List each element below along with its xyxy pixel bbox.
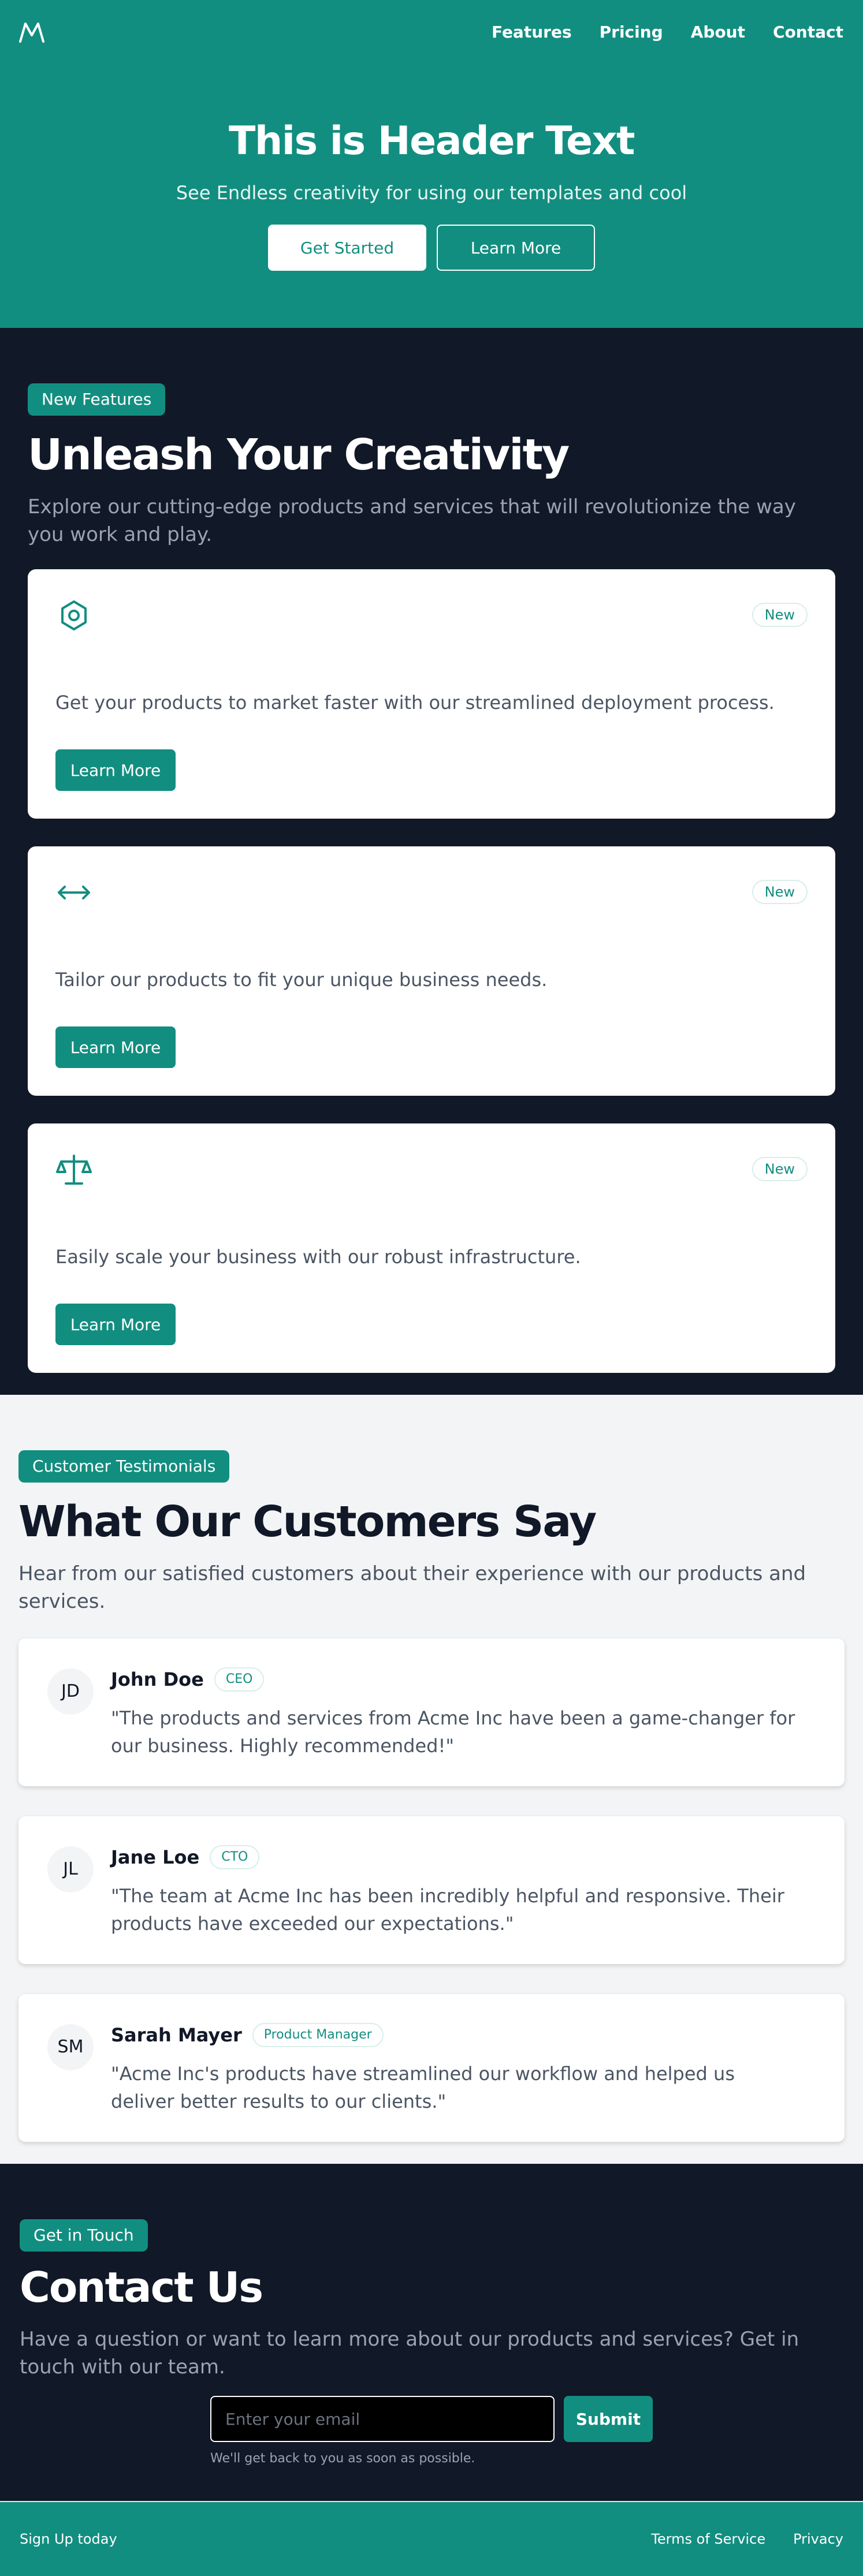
testimonials-badge: Customer Testimonials <box>18 1450 230 1483</box>
feature-card: New Get your products to market faster w… <box>28 569 835 819</box>
feature-card: New Tailor our products to fit your uniq… <box>28 846 835 1096</box>
feature-learn-more-button[interactable]: Learn More <box>55 749 176 791</box>
hero-title: This is Header Text <box>229 118 635 164</box>
feature-card: New Easily scale your business with our … <box>28 1123 835 1373</box>
contact-form: Submit <box>210 2396 843 2442</box>
scale-icon <box>56 1155 92 1185</box>
features-section: New Features Unleash Your Creativity Exp… <box>0 328 863 1395</box>
mountain-logo-icon <box>19 23 44 43</box>
nav-link-pricing[interactable]: Pricing <box>600 23 663 42</box>
contact-description: Have a question or want to learn more ab… <box>20 2328 799 2379</box>
hero-buttons: Get Started Learn More <box>0 225 863 271</box>
testimonial-header: John Doe CEO <box>111 1667 265 1692</box>
feature-text: Tailor our products to fit your unique b… <box>55 969 548 991</box>
features-badge: New Features <box>28 383 166 416</box>
arrows-horizontal-icon <box>58 886 90 899</box>
testimonial-card: JD John Doe CEO "The products and servic… <box>18 1638 845 1786</box>
role-badge: Product Manager <box>252 2023 384 2047</box>
role-badge: CTO <box>210 1845 260 1869</box>
nav-links: Features Pricing About Contact <box>464 23 843 42</box>
hero-section: Features Pricing About Contact This is H… <box>0 0 863 328</box>
testimonial-name: Jane Loe <box>111 1846 200 1868</box>
submit-button[interactable]: Submit <box>564 2396 653 2442</box>
avatar: JL <box>47 1846 94 1892</box>
testimonials-section: Customer Testimonials What Our Customers… <box>0 1395 863 2164</box>
footer-link-terms[interactable]: Terms of Service <box>651 2531 765 2547</box>
testimonial-header: Jane Loe CTO <box>111 1845 260 1869</box>
contact-section: Get in Touch Contact Us Have a question … <box>0 2164 863 2501</box>
new-badge: New <box>752 1157 808 1181</box>
testimonial-name: Sarah Mayer <box>111 2024 242 2046</box>
testimonials-title: What Our Customers Say <box>18 1497 597 1547</box>
feature-text: Get your products to market faster with … <box>55 692 775 714</box>
features-title: Unleash Your Creativity <box>28 430 570 480</box>
testimonial-card: SM Sarah Mayer Product Manager "Acme Inc… <box>18 1994 845 2142</box>
nav-link-features[interactable]: Features <box>492 23 572 42</box>
contact-badge: Get in Touch <box>20 2219 148 2252</box>
testimonial-quote: "Acme Inc's products have streamlined ou… <box>111 2063 735 2112</box>
logo-link[interactable] <box>18 20 45 43</box>
contact-title: Contact Us <box>20 2263 263 2312</box>
avatar: JD <box>47 1668 94 1715</box>
hexagon-icon <box>61 600 87 630</box>
footer-links: Terms of Service Privacy <box>651 2531 843 2547</box>
hero-learn-more-button[interactable]: Learn More <box>437 225 595 271</box>
feature-learn-more-button[interactable]: Learn More <box>55 1026 176 1068</box>
features-description: Explore our cutting-edge products and se… <box>28 495 796 546</box>
email-input[interactable] <box>210 2396 555 2442</box>
testimonial-quote: "The team at Acme Inc has been incredibl… <box>111 1885 784 1935</box>
footer-signup-text: Sign Up today <box>20 2531 117 2547</box>
footer-link-privacy[interactable]: Privacy <box>793 2531 843 2547</box>
testimonial-card: JL Jane Loe CTO "The team at Acme Inc ha… <box>18 1816 845 1964</box>
avatar: SM <box>47 2024 94 2070</box>
role-badge: CEO <box>214 1667 265 1692</box>
nav-link-about[interactable]: About <box>691 23 745 42</box>
new-badge: New <box>752 880 808 904</box>
hero-subtitle: See Endless creativity for using our tem… <box>176 182 687 204</box>
testimonial-header: Sarah Mayer Product Manager <box>111 2023 384 2047</box>
testimonial-quote: "The products and services from Acme Inc… <box>111 1707 795 1757</box>
get-started-button[interactable]: Get Started <box>268 225 426 271</box>
testimonial-name: John Doe <box>111 1668 204 1690</box>
nav-link-contact[interactable]: Contact <box>773 23 843 42</box>
hero-content: This is Header Text See Endless creativi… <box>0 118 863 271</box>
testimonials-description: Hear from our satisfied customers about … <box>18 1562 806 1613</box>
top-nav: Features Pricing About Contact <box>0 0 863 64</box>
feature-learn-more-button[interactable]: Learn More <box>55 1304 176 1345</box>
feature-text: Easily scale your business with our robu… <box>55 1246 581 1268</box>
footer: Sign Up today Terms of Service Privacy <box>0 2501 863 2576</box>
form-hint: We'll get back to you as soon as possibl… <box>210 2451 475 2466</box>
new-badge: New <box>752 603 808 627</box>
